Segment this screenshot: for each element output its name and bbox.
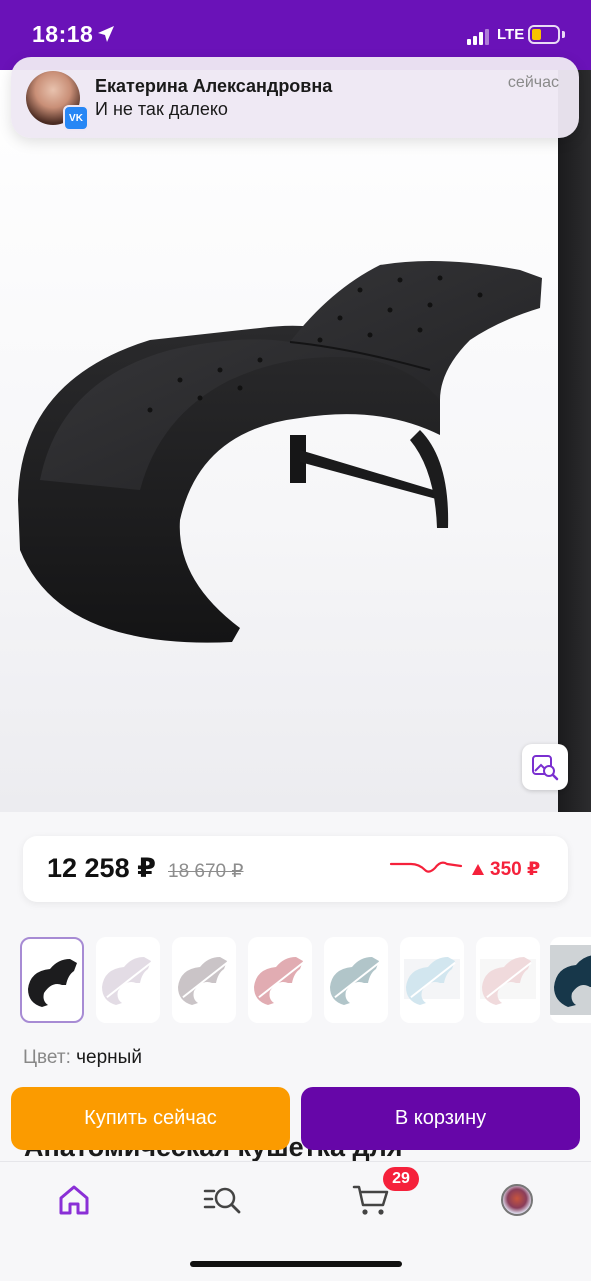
buy-now-button[interactable]: Купить сейчас	[11, 1087, 290, 1150]
tab-profile[interactable]	[492, 1180, 542, 1220]
signal-icon	[467, 29, 489, 45]
push-notification[interactable]: VK Екатерина Александровна И не так дале…	[11, 57, 579, 138]
notification-sender: Екатерина Александровна	[95, 76, 333, 96]
cart-count-badge: 29	[383, 1167, 419, 1191]
selected-color: Цвет: черный	[23, 1047, 142, 1069]
price-card[interactable]: 12 258 ₽ 18 670 ₽ 350 ₽	[23, 836, 568, 902]
price-change-value: 350 ₽	[490, 859, 541, 880]
price-trend-icon	[389, 861, 463, 873]
catalog-search-icon	[203, 1187, 241, 1214]
home-icon	[59, 1185, 89, 1215]
vk-icon: VK	[63, 105, 89, 131]
location-arrow-icon	[98, 26, 114, 42]
battery-icon	[528, 25, 560, 44]
color-label: Цвет:	[23, 1047, 71, 1068]
price-change: 350 ₽	[472, 858, 540, 881]
color-variant-2[interactable]	[96, 937, 160, 1023]
color-value: черный	[76, 1047, 142, 1068]
color-variant-7[interactable]	[476, 937, 540, 1023]
notification-message: И не так далеко	[95, 99, 228, 119]
tab-catalog[interactable]	[197, 1180, 247, 1220]
profile-avatar	[501, 1184, 533, 1216]
status-time: 18:18	[32, 21, 94, 47]
old-price: 18 670 ₽	[168, 861, 244, 882]
color-variant-5[interactable]	[324, 937, 388, 1023]
arrow-up-icon	[472, 864, 484, 875]
tab-home[interactable]	[49, 1180, 99, 1220]
cart-icon	[352, 1185, 389, 1215]
network-type: LTE	[497, 26, 525, 43]
notification-time: сейчас	[507, 74, 559, 91]
next-gallery-image[interactable]	[558, 70, 591, 812]
color-variant-3[interactable]	[172, 937, 236, 1023]
add-to-cart-button[interactable]: В корзину	[301, 1087, 580, 1150]
search-by-photo-icon	[532, 755, 559, 781]
color-variants	[20, 937, 591, 1023]
color-variant-6[interactable]	[400, 937, 464, 1023]
home-indicator[interactable]	[190, 1261, 402, 1267]
color-variant-1[interactable]	[20, 937, 84, 1023]
color-variant-8[interactable]	[550, 937, 591, 1023]
current-price: 12 258 ₽	[47, 853, 156, 883]
color-variant-4[interactable]	[248, 937, 312, 1023]
search-by-photo-button[interactable]	[522, 744, 568, 790]
product-image	[18, 261, 542, 643]
